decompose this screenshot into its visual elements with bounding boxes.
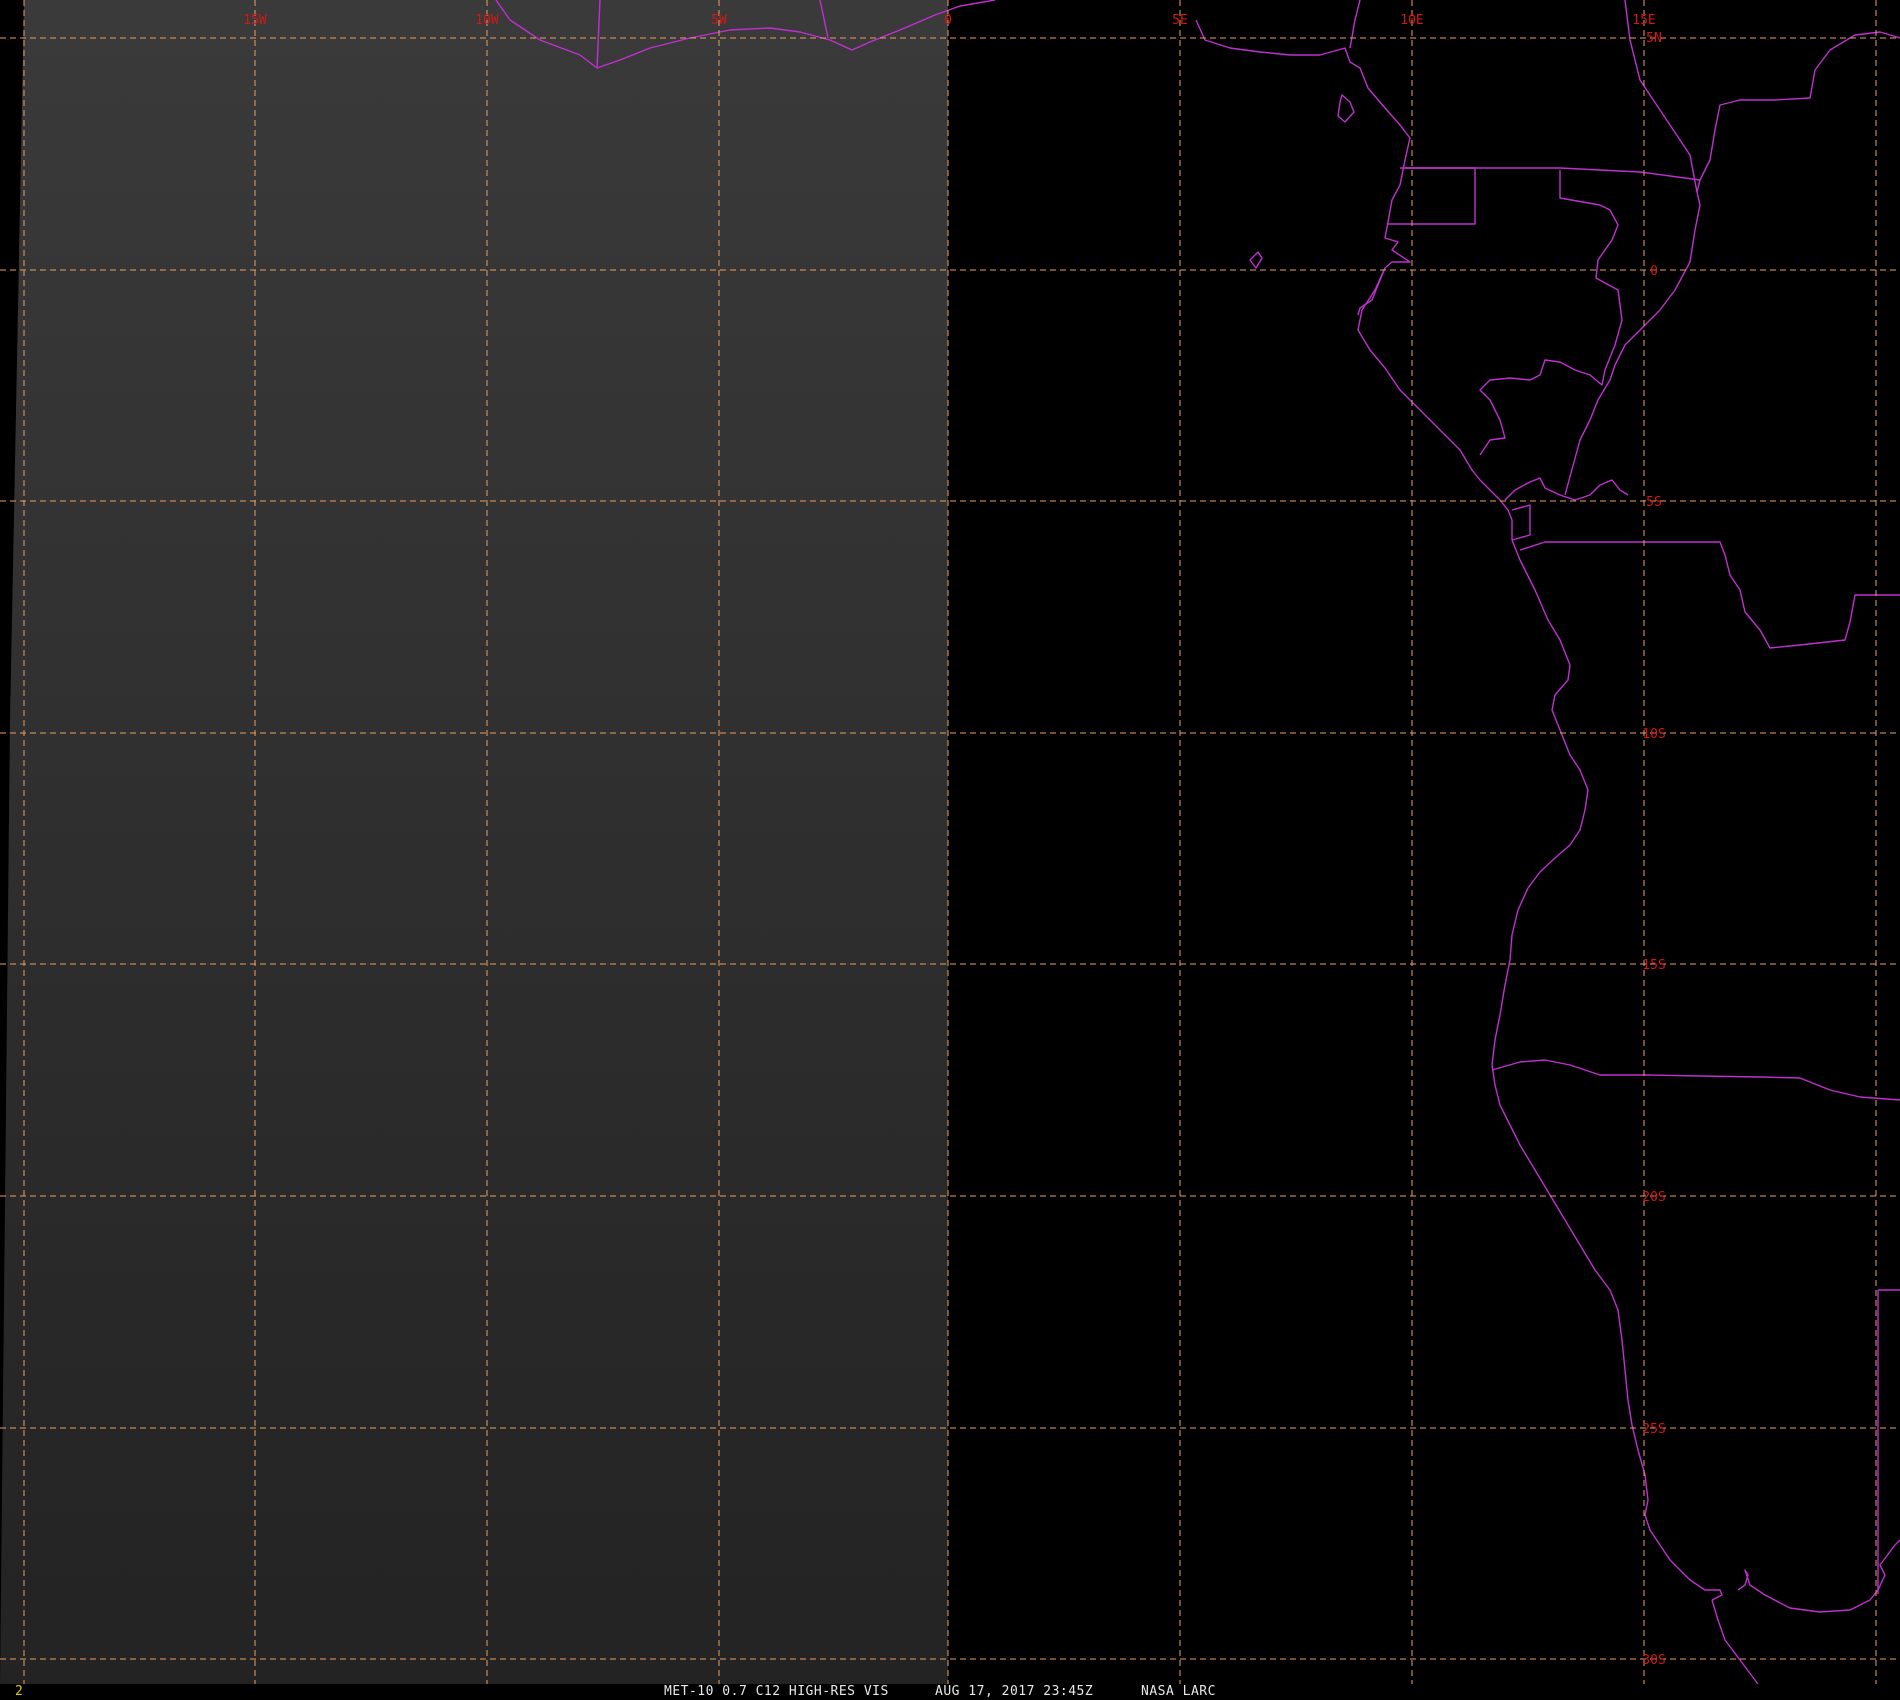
lon-label-0: 0	[944, 13, 952, 28]
border-cameroon-east	[1624, 0, 1698, 193]
border-gabon-north	[1405, 167, 1701, 193]
border-gabon-congo	[1479, 170, 1623, 456]
lat-label-25S: 25S	[1642, 1422, 1665, 1437]
border-angola-drc	[1519, 541, 1900, 649]
lon-label-10W: 10W	[475, 13, 499, 28]
sao-tome-island	[1249, 251, 1263, 269]
border-drc-north	[1699, 31, 1900, 181]
lat-label-30S: 30S	[1642, 1653, 1665, 1668]
lat-label-5S: 5S	[1646, 495, 1662, 510]
bioko-island	[1337, 94, 1355, 123]
lon-label-5E: 5E	[1172, 13, 1188, 28]
border-angola-namibia	[1491, 1059, 1900, 1101]
lat-label-20S: 20S	[1642, 1190, 1665, 1205]
lat-label-0: 0	[1650, 264, 1658, 279]
satellite-map: 15W 10W 5W 0 5E 10E 15E 5N 0 5S 10S 15S 20S 25S 30S	[0, 0, 1900, 1691]
lon-label-15E: 15E	[1632, 13, 1655, 28]
coastline-namibia	[1491, 1064, 1723, 1601]
lat-label-5N: 5N	[1646, 31, 1662, 46]
coastline-gabon-congo	[1357, 267, 1513, 540]
datetime-label: AUG 17, 2017 23:45Z	[935, 1684, 1094, 1699]
coastline-gulf-of-guinea	[1195, 19, 1411, 316]
lon-label-5W: 5W	[711, 13, 727, 28]
lat-label-10S: 10S	[1642, 727, 1665, 742]
lon-label-15W: 15W	[243, 13, 267, 28]
status-bar: 2 MET-10 0.7 C12 HIGH-RES VIS AUG 17, 20…	[0, 1684, 1900, 1700]
border-congo-drc	[1564, 191, 1701, 496]
lon-label-10E: 10E	[1400, 13, 1423, 28]
coastline-south-africa	[1711, 1599, 1763, 1691]
product-label: MET-10 0.7 C12 HIGH-RES VIS	[664, 1684, 889, 1699]
border-cabinda	[1511, 504, 1531, 541]
coastline-angola	[1491, 539, 1589, 1066]
lat-label-15S: 15S	[1642, 958, 1665, 973]
source-label: NASA LARC	[1141, 1684, 1216, 1699]
imagery-panel	[0, 0, 948, 1686]
border-cameroon-north	[1349, 0, 1361, 49]
frame-number: 2	[15, 1684, 24, 1699]
